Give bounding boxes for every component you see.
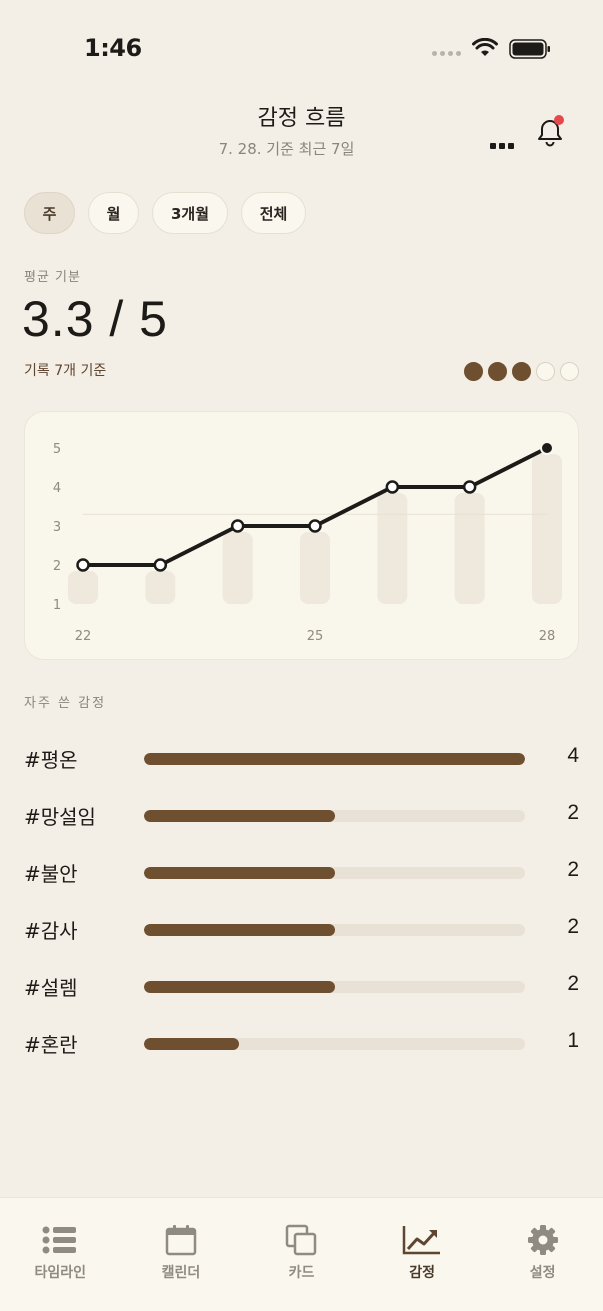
notification-badge: [554, 115, 564, 125]
average-mood-value: 3.3 / 5: [22, 291, 168, 347]
frequent-emotions-list: #평온 4 #망설임 2 #불안 2 #감사 2 #설렘 2 #혼란 1: [24, 740, 579, 1082]
emotion-bar-track: [144, 810, 525, 822]
emotion-count: 2: [567, 972, 579, 995]
chart-background-bar: [532, 454, 562, 604]
data-point: [540, 441, 554, 455]
chart-background-bar: [222, 532, 253, 604]
y-tick-label: 1: [53, 598, 61, 613]
cards-icon: [281, 1222, 321, 1258]
emotion-tag: #망설임: [24, 805, 96, 829]
cellular-signal-icon: [432, 51, 461, 56]
mood-dot: [536, 362, 555, 381]
emotion-bar-fill: [144, 924, 335, 936]
emotion-bar-fill: [144, 1038, 240, 1050]
emotion-row[interactable]: #감사 2: [24, 911, 579, 968]
tab-cards-label: 카드: [288, 1265, 315, 1281]
emotion-row[interactable]: #평온 4: [24, 740, 579, 797]
emotion-tag: #혼란: [24, 1033, 78, 1057]
record-count: 기록 7개 기준: [24, 363, 107, 379]
mood-dot: [560, 362, 579, 381]
calendar-icon: [161, 1222, 201, 1258]
page-title: 감정 흐름: [257, 106, 346, 131]
emotion-count: 2: [567, 801, 579, 824]
mood-dot: [464, 362, 483, 381]
emotion-bar-track: [144, 867, 525, 879]
data-point: [230, 519, 245, 533]
chart-background-bar: [377, 493, 408, 604]
y-tick-label: 5: [53, 442, 61, 457]
gear-icon: [523, 1222, 563, 1258]
emotion-row[interactable]: #혼란 1: [24, 1025, 579, 1082]
emotion-row[interactable]: #불안 2: [24, 854, 579, 911]
tab-3months[interactable]: 3개월: [152, 192, 228, 234]
trend-chart-icon: [402, 1222, 442, 1258]
emotion-tag: #평온: [24, 748, 78, 772]
emotion-bar-track: [144, 1038, 525, 1050]
x-tick-label: 22: [75, 629, 92, 644]
battery-icon: [509, 39, 550, 59]
emotion-bar-fill: [144, 753, 525, 765]
mood-chart-card: 1 2 3 4 5 22 25 28: [24, 411, 579, 660]
emotion-bar-fill: [144, 867, 335, 879]
status-time: 1:46: [84, 34, 142, 62]
period-tabs: 주 월 3개월 전체: [24, 192, 306, 234]
emotion-bar-track: [144, 753, 525, 765]
tab-timeline-label: 타임라인: [34, 1265, 87, 1281]
bottom-tab-bar: 타임라인 캘린더 카드 감정 설정: [0, 1197, 603, 1311]
emotion-tag: #설렘: [24, 976, 78, 1000]
x-tick-label: 25: [307, 629, 324, 644]
tab-settings-label: 설정: [529, 1265, 556, 1281]
data-point: [385, 480, 400, 494]
emotion-bar-track: [144, 924, 525, 936]
emotion-count: 2: [567, 858, 579, 881]
mood-dot: [488, 362, 507, 381]
tab-settings[interactable]: 설정: [482, 1198, 603, 1311]
tab-cards[interactable]: 카드: [241, 1198, 362, 1311]
emotion-count: 4: [567, 744, 579, 767]
tab-timeline[interactable]: 타임라인: [0, 1198, 121, 1311]
status-bar: 1:46: [0, 0, 603, 96]
wifi-icon: [472, 38, 498, 56]
emotion-tag: #불안: [24, 862, 78, 886]
y-tick-label: 4: [53, 481, 61, 496]
frequent-emotions-label: 자주 쓴 감정: [24, 696, 107, 711]
mood-line-chart: 1 2 3 4 5 22 25 28: [53, 441, 562, 644]
data-point: [153, 558, 168, 572]
chart-background-bar: [145, 571, 176, 604]
tab-emotion-label: 감정: [409, 1265, 435, 1281]
emotion-count: 2: [567, 915, 579, 938]
emotion-tag: #감사: [24, 919, 78, 943]
emotion-count: 1: [567, 1029, 579, 1052]
chart-background-bar: [300, 532, 330, 604]
data-point: [462, 480, 477, 494]
data-point: [308, 519, 322, 533]
chart-background-bar: [454, 493, 485, 604]
tab-emotion[interactable]: 감정: [362, 1198, 483, 1311]
notification-bell-icon[interactable]: [533, 114, 567, 148]
more-options-icon[interactable]: [488, 136, 516, 156]
y-tick-label: 3: [53, 520, 61, 535]
emotion-bar-track: [144, 981, 525, 993]
mood-level-dots: [464, 362, 579, 381]
tab-all[interactable]: 전체: [241, 192, 306, 234]
tab-calendar-label: 캘린더: [161, 1265, 201, 1281]
tab-month[interactable]: 월: [88, 192, 139, 234]
list-icon: [40, 1222, 80, 1258]
emotion-row[interactable]: #설렘 2: [24, 968, 579, 1025]
mood-dot: [512, 362, 531, 381]
emotion-bar-fill: [144, 810, 335, 822]
emotion-row[interactable]: #망설임 2: [24, 797, 579, 854]
average-mood-label: 평균 기분: [24, 270, 81, 285]
data-point: [76, 558, 90, 572]
x-tick-label: 28: [539, 629, 556, 644]
emotion-bar-fill: [144, 981, 335, 993]
chart-background-bar: [68, 571, 98, 604]
tab-calendar[interactable]: 캘린더: [121, 1198, 242, 1311]
tab-week[interactable]: 주: [24, 192, 75, 234]
y-tick-label: 2: [53, 559, 61, 574]
